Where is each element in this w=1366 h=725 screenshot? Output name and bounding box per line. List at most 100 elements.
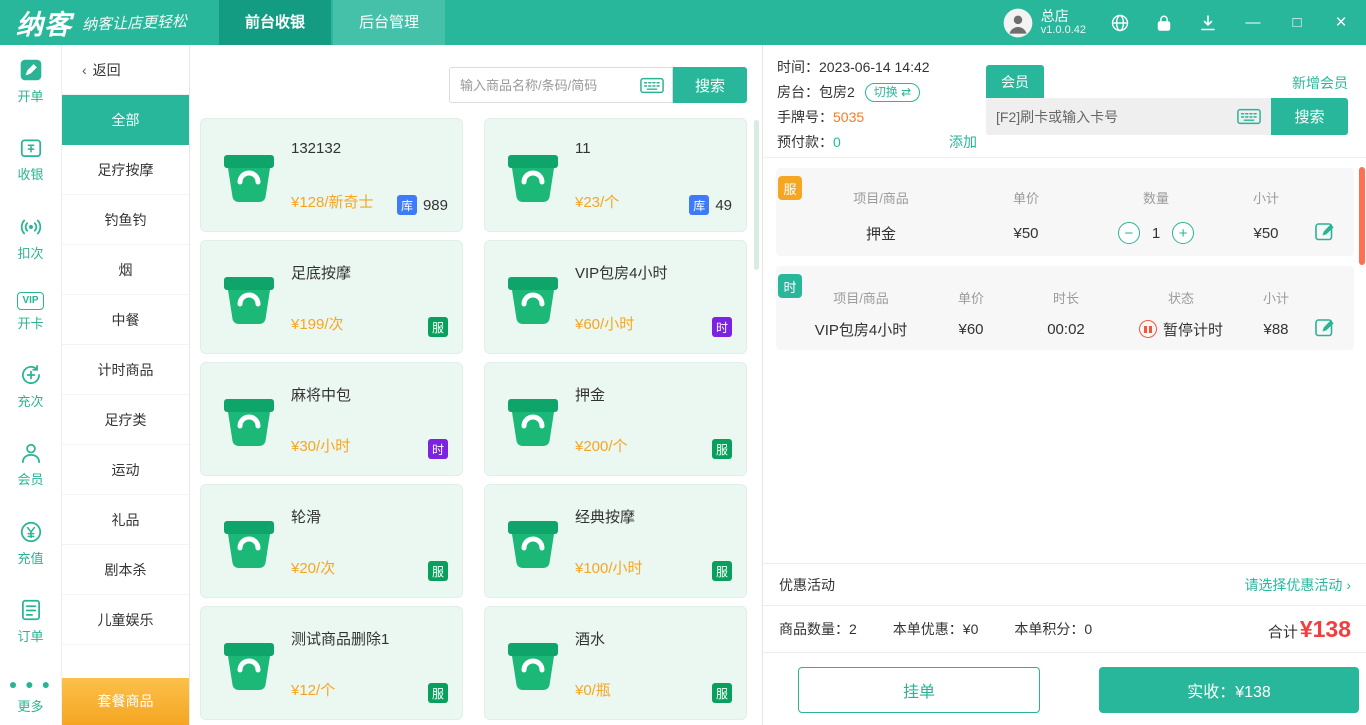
order-discount-label: 本单优惠： — [893, 621, 963, 637]
order-item-price: ¥60 — [926, 321, 1016, 338]
sidebar-item-label: 充值 — [17, 548, 43, 567]
orders-icon — [18, 597, 44, 623]
category-item[interactable]: 钓鱼钓 — [62, 195, 189, 245]
category-item[interactable]: 中餐 — [62, 295, 189, 345]
hold-order-button[interactable]: 挂单 — [798, 667, 1040, 713]
order-points: 本单积分：0 — [1014, 619, 1092, 639]
category-item-all[interactable]: 全部 — [62, 95, 189, 145]
category-item[interactable]: 剧本杀 — [62, 545, 189, 595]
qty-increase-button[interactable]: + — [1172, 222, 1194, 244]
member-section: 会员 新增会员 搜索 — [986, 45, 1348, 158]
order-item-values: VIP包房4小时 ¥60 00:02 暂停计时 ¥88 — [776, 316, 1354, 342]
product-search-button[interactable]: 搜索 — [673, 67, 747, 103]
badge-wrap: 服 — [428, 683, 448, 703]
product-scrollbar-thumb[interactable] — [754, 120, 759, 270]
lock-icon[interactable] — [1154, 13, 1174, 33]
product-card[interactable]: 轮滑 ¥20/次 服 — [200, 484, 463, 598]
member-card-input[interactable] — [996, 109, 1237, 125]
switch-room-button[interactable]: 切换 ⇄ — [865, 83, 920, 102]
product-card[interactable]: 测试商品删除1 ¥12/个 服 — [200, 606, 463, 720]
keyboard-icon[interactable] — [1237, 108, 1261, 125]
category-item[interactable]: 足疗类 — [62, 395, 189, 445]
col-header-status: 状态 — [1116, 288, 1246, 307]
order-points-value: 0 — [1084, 621, 1092, 637]
sidebar-item-open-order[interactable]: 开单 — [0, 57, 61, 105]
maximize-button[interactable]: □ — [1288, 14, 1306, 31]
product-name: VIP包房4小时 — [575, 262, 668, 283]
timer-status[interactable]: 暂停计时 — [1116, 319, 1246, 340]
product-search-input[interactable] — [460, 78, 640, 93]
time-label: 时间： — [777, 55, 819, 80]
member-tab-button[interactable]: 会员 — [986, 65, 1044, 98]
order-panel: 时间：2023-06-14 14:42 房台：包房2 切换 ⇄ 手牌号：5035… — [762, 45, 1366, 725]
checkout-button[interactable]: 实收：¥138 — [1099, 667, 1359, 713]
sidebar-item-label: 订单 — [17, 626, 43, 645]
product-card[interactable]: VIP包房4小时 ¥60/小时 时 — [484, 240, 747, 354]
category-item[interactable]: 运动 — [62, 445, 189, 495]
product-card[interactable]: 酒水 ¥0/瓶 服 — [484, 606, 747, 720]
edit-item-icon[interactable] — [1314, 220, 1336, 242]
product-card[interactable]: 押金 ¥200/个 服 — [484, 362, 747, 476]
qty-value: 1 — [1152, 225, 1160, 242]
store-info[interactable]: 总店 v1.0.0.42 — [1041, 8, 1086, 37]
product-card[interactable]: 经典按摩 ¥100/小时 服 — [484, 484, 747, 598]
category-package-combo[interactable]: 套餐商品 — [62, 678, 189, 725]
category-item[interactable]: 足疗按摩 — [62, 145, 189, 195]
category-back-button[interactable]: ‹返回 — [62, 45, 189, 95]
promo-row: 优惠活动 请选择优惠活动 › — [763, 563, 1366, 605]
qty-decrease-button[interactable]: − — [1118, 222, 1140, 244]
product-price: ¥0/瓶 — [575, 679, 611, 700]
order-item[interactable]: 时 项目/商品 单价 时长 状态 小计 VIP包房4小时 ¥60 00:02 暂… — [776, 266, 1354, 350]
product-price: ¥128/新奇士 — [291, 191, 374, 212]
product-card[interactable]: 11 ¥23/个 库 49 — [484, 118, 747, 232]
hand-tag-row: 手牌号：5035 — [777, 105, 977, 130]
new-member-link[interactable]: 新增会员 — [1292, 73, 1348, 93]
sidebar-item-vip-card[interactable]: VIP 开卡 — [0, 292, 61, 332]
sidebar-item-orders[interactable]: 订单 — [0, 597, 61, 645]
order-item-time-badge: 时 — [778, 274, 802, 298]
product-card[interactable]: 足底按摩 ¥199/次 服 — [200, 240, 463, 354]
sidebar-item-more[interactable]: ● ● ● 更多 — [0, 675, 61, 715]
order-actions: 挂单 实收：¥138 — [763, 652, 1366, 725]
qty-stepper: − 1 + — [1086, 222, 1226, 244]
sidebar-item-label: 开单 — [17, 86, 43, 105]
edit-item-icon[interactable] — [1314, 316, 1336, 338]
service-badge: 服 — [712, 439, 732, 459]
minimize-button[interactable]: — — [1244, 14, 1262, 31]
category-item[interactable]: 计时商品 — [62, 345, 189, 395]
service-badge: 服 — [428, 683, 448, 703]
sidebar-item-cashier[interactable]: 收银 — [0, 135, 61, 183]
category-back-label: 返回 — [93, 62, 121, 78]
member-search-button[interactable]: 搜索 — [1271, 98, 1348, 135]
sidebar-item-recharge-count[interactable]: 充次 — [0, 362, 61, 410]
sidebar-item-deduct-count[interactable]: 扣次 — [0, 214, 61, 262]
avatar[interactable] — [1003, 8, 1033, 38]
tab-front-cashier[interactable]: 前台收银 — [219, 0, 331, 45]
member-card-field[interactable] — [986, 98, 1271, 135]
category-item[interactable]: 烟 — [62, 245, 189, 295]
edit-cell — [1306, 220, 1344, 246]
product-bag-icon — [221, 511, 277, 571]
product-name: 足底按摩 — [291, 262, 351, 283]
order-item[interactable]: 服 项目/商品 单价 数量 小计 押金 ¥50 − 1 + ¥50 — [776, 168, 1354, 256]
session-info: 时间：2023-06-14 14:42 房台：包房2 切换 ⇄ 手牌号：5035… — [777, 55, 977, 155]
close-button[interactable]: × — [1332, 12, 1350, 34]
sidebar-item-member[interactable]: 会员 — [0, 440, 61, 488]
badge-wrap: 服 — [712, 439, 732, 459]
stock-info: 库 49 — [689, 195, 732, 215]
order-scrollbar-thumb[interactable] — [1359, 167, 1365, 265]
category-item[interactable]: 礼品 — [62, 495, 189, 545]
order-item-subtotal: ¥88 — [1246, 321, 1306, 338]
product-card[interactable]: 132132 ¥128/新奇士 库 989 — [200, 118, 463, 232]
download-icon[interactable] — [1198, 13, 1218, 33]
add-prepaid-link[interactable]: 添加 — [949, 130, 977, 155]
product-search-field[interactable] — [449, 67, 673, 103]
promo-select-link[interactable]: 请选择优惠活动 › — [1244, 575, 1351, 595]
product-card[interactable]: 麻将中包 ¥30/小时 时 — [200, 362, 463, 476]
keyboard-icon[interactable] — [640, 77, 664, 94]
badge-wrap: 服 — [428, 317, 448, 337]
tab-backend[interactable]: 后台管理 — [333, 0, 445, 45]
sidebar-item-recharge[interactable]: 充值 — [0, 519, 61, 567]
globe-icon[interactable] — [1110, 13, 1130, 33]
category-item[interactable]: 儿童娱乐 — [62, 595, 189, 645]
